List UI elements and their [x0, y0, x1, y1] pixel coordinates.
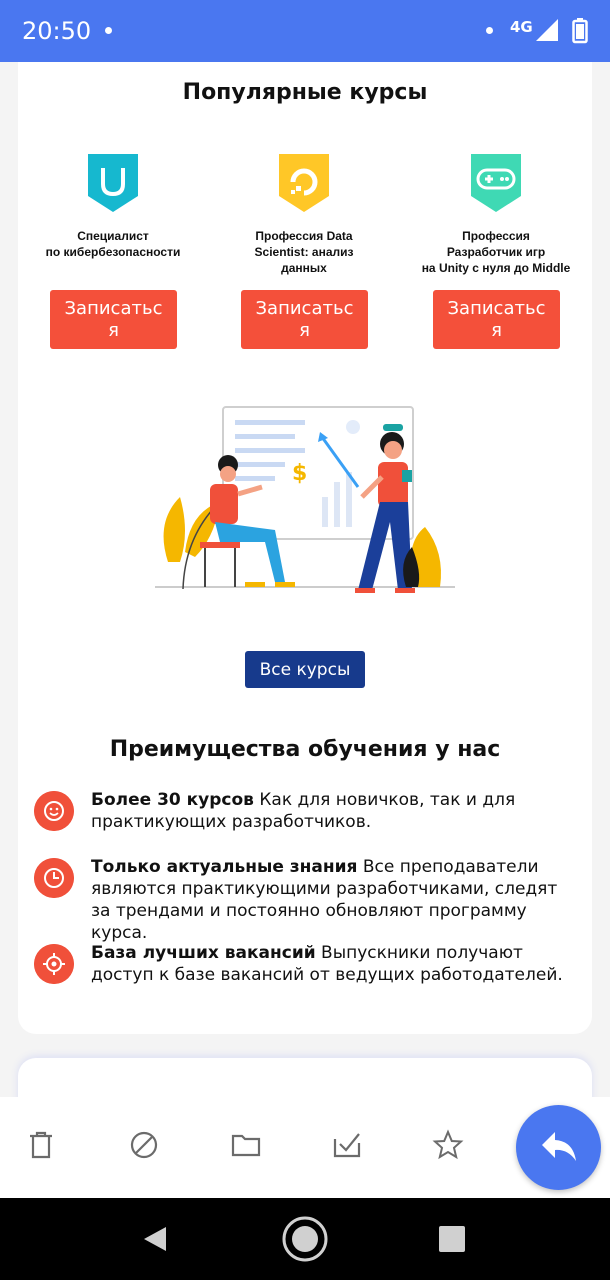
enroll-button-label: Записаться [64, 297, 163, 341]
all-courses-button[interactable]: Все курсы [245, 651, 365, 688]
back-icon[interactable] [131, 1216, 177, 1262]
learning-illustration: $ [155, 406, 455, 593]
svg-text:$: $ [292, 461, 307, 486]
network-type: 4G [510, 18, 533, 36]
advantages-title: Преимущества обучения у нас [109, 737, 501, 762]
course-name: Профессия Разработчик игр на Unity с нул… [421, 229, 571, 275]
status-bar: 20:50 4G [0, 0, 610, 62]
star-icon[interactable] [432, 1129, 464, 1161]
notification-dot-icon [486, 27, 493, 34]
advantage-heading: Более 30 курсов [91, 790, 254, 810]
enroll-button[interactable]: Записаться [241, 290, 368, 349]
target-icon [34, 944, 74, 984]
enroll-button[interactable]: Записаться [433, 290, 560, 349]
mark-read-icon[interactable] [331, 1129, 363, 1161]
advantage-text: Только актуальные знания Все преподавате… [91, 856, 571, 944]
advantage-heading: Только актуальные знания [91, 857, 358, 877]
enroll-button[interactable]: Записаться [50, 290, 177, 349]
email-content[interactable]: Популярные курсы Специалист по кибербезо… [0, 62, 610, 1097]
reply-button[interactable] [516, 1105, 601, 1190]
recent-apps-icon[interactable] [429, 1216, 475, 1262]
trash-icon[interactable] [25, 1129, 57, 1161]
gamepad-icon [471, 154, 521, 212]
enroll-button-label: Записаться [255, 297, 354, 341]
next-content-card [18, 1058, 592, 1097]
advantage-text: База лучших вакансий Выпускники получают… [91, 942, 571, 986]
block-icon[interactable] [128, 1129, 160, 1161]
battery-icon [572, 18, 588, 44]
course-name: Специалист по кибербезопасности [45, 229, 181, 259]
enroll-button-label: Записаться [447, 297, 546, 341]
popular-courses-title: Популярные курсы [182, 80, 428, 105]
status-time: 20:50 [22, 17, 92, 45]
advantage-heading: База лучших вакансий [91, 943, 316, 963]
smile-icon [34, 791, 74, 831]
clock-icon [34, 858, 74, 898]
shield-icon [88, 154, 138, 212]
data-icon [279, 154, 329, 212]
folder-icon[interactable] [230, 1129, 262, 1161]
course-name: Профессия Data Scientist: анализ данных [254, 229, 354, 275]
advantage-text: Более 30 курсов Как для новичков, так и … [91, 789, 571, 833]
notification-dot-icon [105, 27, 112, 34]
signal-icon [536, 19, 558, 41]
reply-icon [542, 1132, 576, 1161]
home-icon[interactable] [282, 1216, 328, 1262]
system-nav-bar [0, 1198, 610, 1280]
